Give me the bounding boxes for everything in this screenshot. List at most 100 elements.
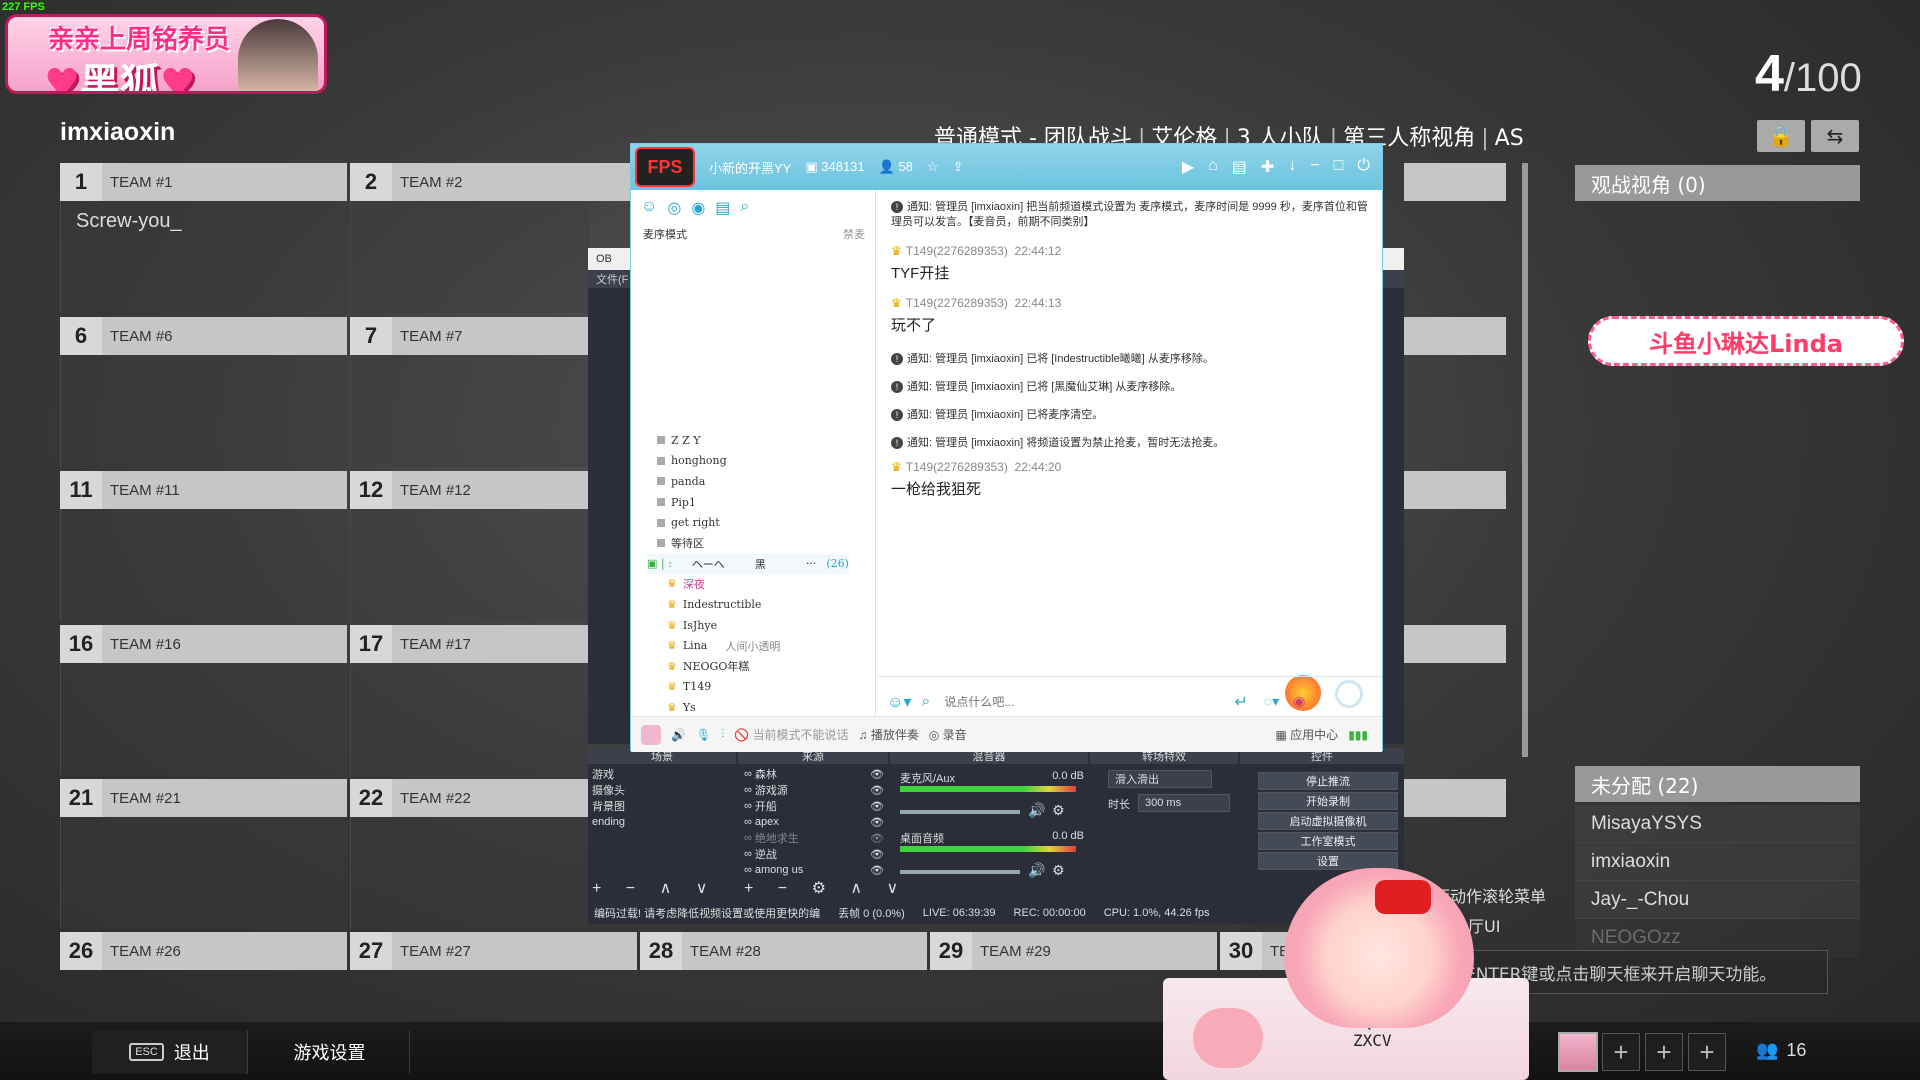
invite-slot-button[interactable]: + <box>1645 1033 1683 1071</box>
unassigned-header[interactable]: 未分配 (22) <box>1575 766 1860 802</box>
channel-title[interactable]: 小新的开黑YY <box>709 158 791 177</box>
scene-item[interactable]: 游戏 <box>592 766 732 782</box>
source-toolbar[interactable]: + − ⚙ ∧ ∨ <box>744 878 908 898</box>
headset-icon[interactable]: ◎ <box>667 198 681 218</box>
unassigned-player[interactable]: Jay-_-Chou <box>1575 881 1860 919</box>
source-item[interactable]: ∞ 绝地求生 👁 <box>744 830 884 846</box>
source-item[interactable]: ∞ among us 👁 <box>744 862 884 878</box>
mic-icon[interactable]: ◉ <box>1293 693 1305 710</box>
waiting-area[interactable]: 等待区 <box>647 533 849 554</box>
team-slot-22[interactable]: TEAM #22 <box>392 779 588 817</box>
emoji-icon[interactable]: ☺▾ <box>887 692 911 712</box>
speaker-icon[interactable]: 🔊 <box>1028 862 1045 879</box>
location-icon[interactable]: ◉ <box>691 198 705 218</box>
eye-icon[interactable]: 👁 <box>870 768 884 781</box>
team-slot-29[interactable]: TEAM #29 <box>972 932 1217 970</box>
channel-user[interactable]: ♛ Ys <box>647 697 849 718</box>
source-item[interactable]: ∞ 游戏源 👁 <box>744 782 884 798</box>
team-slot-27[interactable]: TEAM #27 <box>392 932 637 970</box>
download-icon[interactable]: ↓ <box>1288 157 1296 177</box>
gear-icon[interactable]: ⚙ <box>1052 862 1065 879</box>
team-slot-1[interactable]: TEAM #1 <box>102 163 347 201</box>
scene-item[interactable]: 摄像头 <box>592 782 732 798</box>
share-icon[interactable]: ⇪ <box>953 159 964 175</box>
team-member[interactable]: Screw-you_ <box>76 210 182 233</box>
source-item[interactable]: ∞ 森林 👁 <box>744 766 884 782</box>
channel-user[interactable]: ♛ NEOGO年糕 <box>647 656 849 677</box>
equalizer-icon[interactable]: ⫶ <box>721 727 724 742</box>
channel-group-row[interactable]: ▣ | : ヘーへ黑 ··· (26) <box>647 553 849 574</box>
minimize-icon[interactable]: − <box>1310 157 1319 177</box>
team-slot-7[interactable]: TEAM #7 <box>392 317 588 355</box>
source-item[interactable]: ∞ apex 👁 <box>744 814 884 830</box>
volume-slider[interactable] <box>900 870 1020 874</box>
bubble-icon[interactable]: ◌▾ <box>1264 693 1279 710</box>
virtual-camera-button[interactable]: 启动虚拟摄像机 <box>1258 812 1398 830</box>
team-slot-16[interactable]: TEAM #16 <box>102 625 347 663</box>
eye-icon[interactable]: 👁 <box>870 816 884 829</box>
team-slot-2[interactable]: TEAM #2 <box>392 163 637 201</box>
transition-select[interactable]: 滑入滑出 <box>1108 770 1212 788</box>
channel-user[interactable]: get right <box>647 512 849 533</box>
mic-icon[interactable]: 🎙 <box>696 728 711 742</box>
board-icon[interactable]: ▤ <box>1232 157 1247 177</box>
stop-stream-button[interactable]: 停止推流 <box>1258 772 1398 790</box>
scene-item[interactable]: ending <box>592 814 732 830</box>
eye-icon[interactable]: 👁 <box>870 864 884 877</box>
user-icon[interactable]: ☺ <box>641 198 657 218</box>
channel-user[interactable]: Z Z Y <box>647 430 849 451</box>
home-icon[interactable]: ⌂ <box>1208 157 1218 177</box>
channel-user[interactable]: panda <box>647 471 849 492</box>
channel-user[interactable]: ♛ T149 <box>647 677 849 698</box>
team-slot-11[interactable]: TEAM #11 <box>102 471 347 509</box>
close-icon[interactable]: ⏻ <box>1357 157 1370 177</box>
send-icon[interactable]: ↵ <box>1234 692 1247 712</box>
team-slot-28[interactable]: TEAM #28 <box>682 932 927 970</box>
star-icon[interactable]: ☆ <box>927 159 939 175</box>
chat-input[interactable] <box>944 694 1235 709</box>
channel-user[interactable]: ♛ Indestructible <box>647 594 849 615</box>
game-settings-button[interactable]: 游戏设置 <box>250 1030 410 1074</box>
source-item[interactable]: ∞ 逆战 👁 <box>744 846 884 862</box>
channel-user[interactable]: ♛ IsJhye <box>647 615 849 636</box>
invite-slot-button[interactable]: + <box>1688 1033 1726 1071</box>
channel-user[interactable]: Pip1 <box>647 492 849 513</box>
source-item[interactable]: ∞ 开船 👁 <box>744 798 884 814</box>
duration-input[interactable]: 300 ms <box>1138 794 1230 812</box>
mute-mic-label[interactable]: 禁麦 <box>843 226 865 242</box>
game-icon[interactable]: ✚ <box>1261 157 1274 177</box>
swap-button[interactable]: ⇆ <box>1811 120 1859 152</box>
lock-button[interactable]: 🔒 <box>1757 120 1805 152</box>
scene-item[interactable]: 背景图 <box>592 798 732 814</box>
channel-user[interactable]: ♛ Lina 人间小透明 <box>647 635 849 656</box>
search-emote-icon[interactable]: ⌕ <box>921 693 930 711</box>
channel-user[interactable]: honghong <box>647 451 849 472</box>
record-button[interactable]: ◎ 录音 <box>929 726 967 743</box>
team-slot-12[interactable]: TEAM #12 <box>392 471 588 509</box>
team-slot-21[interactable]: TEAM #21 <box>102 779 347 817</box>
eye-icon[interactable]: 👁 <box>870 848 884 861</box>
studio-mode-button[interactable]: 工作室模式 <box>1258 832 1398 850</box>
accompany-button[interactable]: ♫ 播放伴奏 <box>859 726 919 743</box>
team-slot-26[interactable]: TEAM #26 <box>102 932 347 970</box>
eye-icon[interactable]: 👁 <box>870 832 884 845</box>
exit-button[interactable]: ESC 退出 <box>92 1030 248 1074</box>
online-friends[interactable]: 👥 16 <box>1756 1040 1806 1061</box>
volume-slider[interactable] <box>900 810 1020 814</box>
app-center-button[interactable]: ▦ 应用中心 <box>1276 726 1339 743</box>
speaker-icon[interactable]: 🔊 <box>671 728 686 742</box>
spectate-header[interactable]: 观战视角 (0) <box>1575 165 1860 201</box>
invite-slot-button[interactable]: + <box>1602 1033 1640 1071</box>
team-slot-6[interactable]: TEAM #6 <box>102 317 347 355</box>
video-icon[interactable]: ▶ <box>1182 157 1194 177</box>
channel-user[interactable]: ♛ 深夜 <box>647 574 849 595</box>
team-grid-scrollbar[interactable] <box>1522 163 1528 757</box>
eye-icon[interactable]: 👁 <box>870 800 884 813</box>
avatar[interactable] <box>641 724 661 745</box>
eye-icon[interactable]: 👁 <box>870 784 884 797</box>
list-icon[interactable]: ▤ <box>715 198 730 218</box>
unassigned-player[interactable]: MisayaYSYS <box>1575 805 1860 843</box>
team-slot-17[interactable]: TEAM #17 <box>392 625 588 663</box>
gear-icon[interactable]: ⚙ <box>1052 802 1065 819</box>
search-icon[interactable]: ⌕ <box>740 198 749 218</box>
